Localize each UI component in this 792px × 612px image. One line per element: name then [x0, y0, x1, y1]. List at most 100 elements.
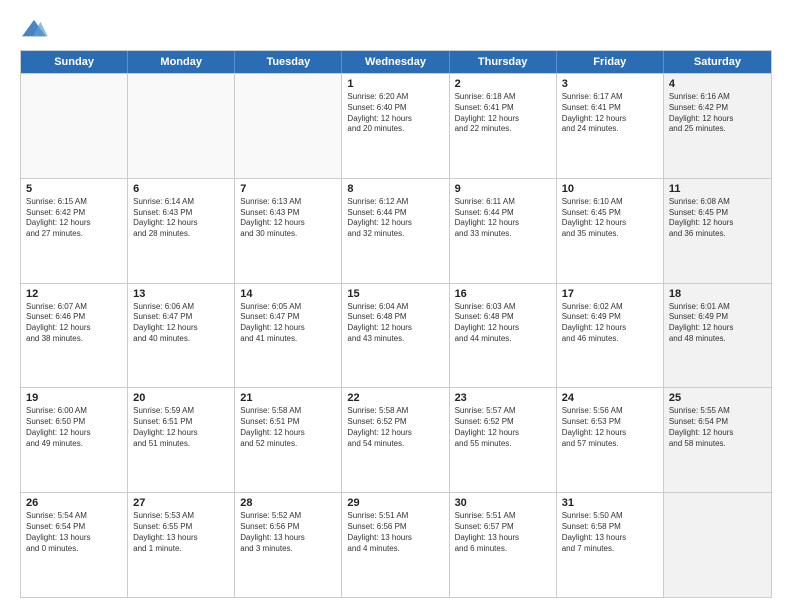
cell-info: Sunrise: 6:08 AM Sunset: 6:45 PM Dayligh… — [669, 197, 766, 240]
day-number: 20 — [133, 392, 229, 404]
cal-cell: 12 Sunrise: 6:07 AM Sunset: 6:46 PM Dayli… — [21, 284, 128, 388]
cell-info: Sunrise: 5:58 AM Sunset: 6:51 PM Dayligh… — [240, 406, 336, 449]
cell-info: Sunrise: 6:20 AM Sunset: 6:40 PM Dayligh… — [347, 92, 443, 135]
week-row-1: 1Sunrise: 6:20 AM Sunset: 6:40 PM Daylig… — [21, 73, 771, 178]
cal-cell: 1Sunrise: 6:20 AM Sunset: 6:40 PM Daylig… — [342, 74, 449, 178]
week-row-4: 19 Sunrise: 6:00 AM Sunset: 6:50 PM Dayli… — [21, 387, 771, 492]
cal-cell: 28Sunrise: 5:52 AM Sunset: 6:56 PM Dayli… — [235, 493, 342, 597]
week-row-2: 5Sunrise: 6:15 AM Sunset: 6:42 PM Daylig… — [21, 178, 771, 283]
page: SundayMondayTuesdayWednesdayThursdayFrid… — [0, 0, 792, 612]
cell-info: Sunrise: 6:00 AM Sunset: 6:50 PM Dayligh… — [26, 406, 122, 449]
day-number: 18 — [669, 288, 766, 300]
cell-info: Sunrise: 5:54 AM Sunset: 6:54 PM Dayligh… — [26, 511, 122, 554]
cal-cell — [128, 74, 235, 178]
cell-info: Sunrise: 5:55 AM Sunset: 6:54 PM Dayligh… — [669, 406, 766, 449]
day-number: 13 — [133, 288, 229, 300]
day-number: 3 — [562, 78, 658, 90]
day-number: 9 — [455, 183, 551, 195]
cell-info: Sunrise: 6:02 AM Sunset: 6:49 PM Dayligh… — [562, 302, 658, 345]
header — [20, 18, 772, 40]
day-number: 16 — [455, 288, 551, 300]
weekday-header-friday: Friday — [557, 51, 664, 73]
cal-cell: 14 Sunrise: 6:05 AM Sunset: 6:47 PM Dayli… — [235, 284, 342, 388]
day-number: 11 — [669, 183, 766, 195]
weekday-header-tuesday: Tuesday — [235, 51, 342, 73]
day-number: 26 — [26, 497, 122, 509]
cell-info: Sunrise: 6:01 AM Sunset: 6:49 PM Dayligh… — [669, 302, 766, 345]
day-number: 30 — [455, 497, 551, 509]
cell-info: Sunrise: 6:06 AM Sunset: 6:47 PM Dayligh… — [133, 302, 229, 345]
cal-cell: 23 Sunrise: 5:57 AM Sunset: 6:52 PM Dayli… — [450, 388, 557, 492]
week-row-5: 26 Sunrise: 5:54 AM Sunset: 6:54 PM Dayli… — [21, 492, 771, 597]
weekday-header-sunday: Sunday — [21, 51, 128, 73]
day-number: 28 — [240, 497, 336, 509]
cal-cell: 20Sunrise: 5:59 AM Sunset: 6:51 PM Dayli… — [128, 388, 235, 492]
weekday-header-monday: Monday — [128, 51, 235, 73]
cal-cell: 31 Sunrise: 5:50 AM Sunset: 6:58 PM Dayli… — [557, 493, 664, 597]
cal-cell: 15 Sunrise: 6:04 AM Sunset: 6:48 PM Dayli… — [342, 284, 449, 388]
day-number: 5 — [26, 183, 122, 195]
day-number: 12 — [26, 288, 122, 300]
weekday-header-thursday: Thursday — [450, 51, 557, 73]
cal-cell: 4Sunrise: 6:16 AM Sunset: 6:42 PM Daylig… — [664, 74, 771, 178]
cal-cell: 26 Sunrise: 5:54 AM Sunset: 6:54 PM Dayli… — [21, 493, 128, 597]
cell-info: Sunrise: 5:57 AM Sunset: 6:52 PM Dayligh… — [455, 406, 551, 449]
cal-cell — [664, 493, 771, 597]
day-number: 15 — [347, 288, 443, 300]
day-number: 19 — [26, 392, 122, 404]
day-number: 10 — [562, 183, 658, 195]
day-number: 25 — [669, 392, 766, 404]
day-number: 7 — [240, 183, 336, 195]
cal-cell: 9 Sunrise: 6:11 AM Sunset: 6:44 PM Daylig… — [450, 179, 557, 283]
cell-info: Sunrise: 6:14 AM Sunset: 6:43 PM Dayligh… — [133, 197, 229, 240]
week-row-3: 12 Sunrise: 6:07 AM Sunset: 6:46 PM Dayli… — [21, 283, 771, 388]
day-number: 27 — [133, 497, 229, 509]
day-number: 24 — [562, 392, 658, 404]
calendar: SundayMondayTuesdayWednesdayThursdayFrid… — [20, 50, 772, 598]
cal-cell: 29Sunrise: 5:51 AM Sunset: 6:56 PM Dayli… — [342, 493, 449, 597]
cell-info: Sunrise: 6:18 AM Sunset: 6:41 PM Dayligh… — [455, 92, 551, 135]
day-number: 23 — [455, 392, 551, 404]
cell-info: Sunrise: 6:12 AM Sunset: 6:44 PM Dayligh… — [347, 197, 443, 240]
cal-cell: 17 Sunrise: 6:02 AM Sunset: 6:49 PM Dayli… — [557, 284, 664, 388]
cal-cell: 7 Sunrise: 6:13 AM Sunset: 6:43 PM Daylig… — [235, 179, 342, 283]
cell-info: Sunrise: 6:17 AM Sunset: 6:41 PM Dayligh… — [562, 92, 658, 135]
cal-cell: 11 Sunrise: 6:08 AM Sunset: 6:45 PM Dayli… — [664, 179, 771, 283]
day-number: 17 — [562, 288, 658, 300]
cal-cell: 25 Sunrise: 5:55 AM Sunset: 6:54 PM Dayli… — [664, 388, 771, 492]
day-number: 14 — [240, 288, 336, 300]
cal-cell: 10 Sunrise: 6:10 AM Sunset: 6:45 PM Dayli… — [557, 179, 664, 283]
cell-info: Sunrise: 6:07 AM Sunset: 6:46 PM Dayligh… — [26, 302, 122, 345]
logo-icon — [20, 18, 48, 40]
cell-info: Sunrise: 6:13 AM Sunset: 6:43 PM Dayligh… — [240, 197, 336, 240]
cal-cell: 24Sunrise: 5:56 AM Sunset: 6:53 PM Dayli… — [557, 388, 664, 492]
day-number: 6 — [133, 183, 229, 195]
weekday-header-wednesday: Wednesday — [342, 51, 449, 73]
cal-cell: 2Sunrise: 6:18 AM Sunset: 6:41 PM Daylig… — [450, 74, 557, 178]
day-number: 4 — [669, 78, 766, 90]
cell-info: Sunrise: 6:03 AM Sunset: 6:48 PM Dayligh… — [455, 302, 551, 345]
day-number: 31 — [562, 497, 658, 509]
cell-info: Sunrise: 6:11 AM Sunset: 6:44 PM Dayligh… — [455, 197, 551, 240]
day-number: 21 — [240, 392, 336, 404]
cal-cell: 6 Sunrise: 6:14 AM Sunset: 6:43 PM Daylig… — [128, 179, 235, 283]
day-number: 22 — [347, 392, 443, 404]
calendar-header: SundayMondayTuesdayWednesdayThursdayFrid… — [21, 51, 771, 73]
cal-cell: 5Sunrise: 6:15 AM Sunset: 6:42 PM Daylig… — [21, 179, 128, 283]
cell-info: Sunrise: 5:51 AM Sunset: 6:56 PM Dayligh… — [347, 511, 443, 554]
cell-info: Sunrise: 6:04 AM Sunset: 6:48 PM Dayligh… — [347, 302, 443, 345]
cell-info: Sunrise: 5:58 AM Sunset: 6:52 PM Dayligh… — [347, 406, 443, 449]
cell-info: Sunrise: 5:50 AM Sunset: 6:58 PM Dayligh… — [562, 511, 658, 554]
cal-cell: 19 Sunrise: 6:00 AM Sunset: 6:50 PM Dayli… — [21, 388, 128, 492]
cal-cell: 18 Sunrise: 6:01 AM Sunset: 6:49 PM Dayli… — [664, 284, 771, 388]
cell-info: Sunrise: 5:53 AM Sunset: 6:55 PM Dayligh… — [133, 511, 229, 554]
cell-info: Sunrise: 6:10 AM Sunset: 6:45 PM Dayligh… — [562, 197, 658, 240]
logo — [20, 18, 50, 40]
calendar-body: 1Sunrise: 6:20 AM Sunset: 6:40 PM Daylig… — [21, 73, 771, 597]
cal-cell — [21, 74, 128, 178]
cal-cell — [235, 74, 342, 178]
cal-cell: 22 Sunrise: 5:58 AM Sunset: 6:52 PM Dayli… — [342, 388, 449, 492]
day-number: 8 — [347, 183, 443, 195]
cell-info: Sunrise: 6:05 AM Sunset: 6:47 PM Dayligh… — [240, 302, 336, 345]
cal-cell: 21 Sunrise: 5:58 AM Sunset: 6:51 PM Dayli… — [235, 388, 342, 492]
